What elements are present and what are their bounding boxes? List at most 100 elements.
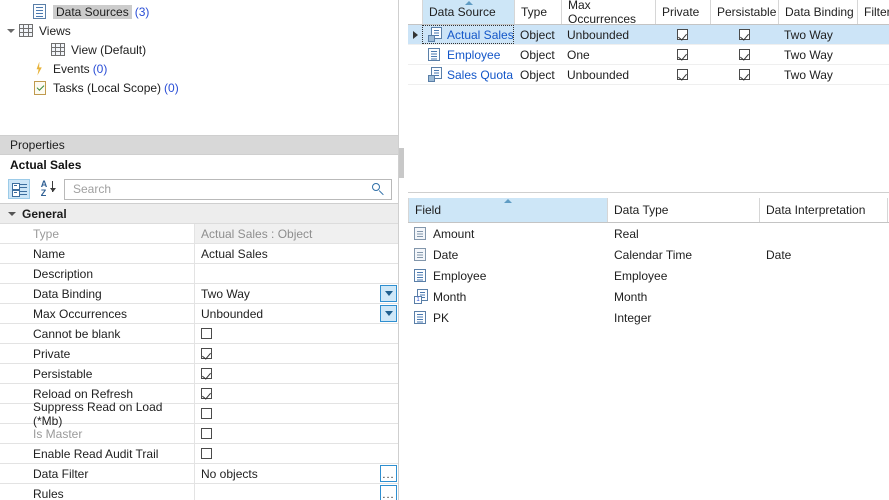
cell-data-type[interactable]: Employee xyxy=(608,265,760,286)
cell-persistable[interactable] xyxy=(710,25,778,44)
checkbox[interactable] xyxy=(201,448,212,459)
cell-data-type[interactable]: Month xyxy=(608,286,760,307)
table-row[interactable]: Date Calendar Time Date xyxy=(408,244,889,265)
checkbox[interactable] xyxy=(201,388,212,399)
cell-field[interactable]: Employee xyxy=(408,265,608,286)
property-row[interactable]: Rules... xyxy=(0,484,398,500)
cell-persistable[interactable] xyxy=(710,45,778,64)
categorized-view-button[interactable] xyxy=(8,179,30,199)
checkbox[interactable] xyxy=(677,49,688,60)
column-header-data-source[interactable]: Data Source xyxy=(423,0,515,24)
property-row[interactable]: Description xyxy=(0,264,398,284)
property-row[interactable]: Suppress Read on Load (*Mb) xyxy=(0,400,398,428)
property-value[interactable] xyxy=(195,424,398,443)
cell-private[interactable] xyxy=(655,25,710,44)
cell-filter[interactable] xyxy=(857,65,889,84)
column-header-data-interpretation[interactable]: Data Interpretation xyxy=(760,198,888,222)
property-row[interactable]: Data Filter No objects... xyxy=(0,464,398,484)
cell-field[interactable]: 1 Month xyxy=(408,286,608,307)
checkbox[interactable] xyxy=(201,348,212,359)
cell-data-type[interactable]: Calendar Time xyxy=(608,244,760,265)
checkbox[interactable] xyxy=(738,29,750,40)
property-value[interactable]: Two Way xyxy=(195,284,398,303)
row-selector[interactable] xyxy=(408,65,422,84)
cell-max-occurrences[interactable]: Unbounded xyxy=(561,65,655,84)
cell-field[interactable]: PK xyxy=(408,307,608,328)
cell-persistable[interactable] xyxy=(710,65,778,84)
cell-type[interactable]: Object xyxy=(514,65,561,84)
column-header-type[interactable]: Type xyxy=(515,0,562,24)
property-row[interactable]: Persistable xyxy=(0,364,398,384)
cell-max-occurrences[interactable]: Unbounded xyxy=(561,25,655,44)
property-value[interactable]: Actual Sales xyxy=(195,244,398,263)
checkbox[interactable] xyxy=(201,328,212,339)
property-row[interactable]: Name Actual Sales xyxy=(0,244,398,264)
cell-data-source[interactable]: Employee xyxy=(422,45,514,64)
property-value[interactable] xyxy=(195,344,398,363)
search-input[interactable] xyxy=(71,181,372,197)
cell-data-interpretation[interactable] xyxy=(760,307,888,328)
cell-data-binding[interactable]: Two Way xyxy=(778,25,857,44)
column-header-data-binding[interactable]: Data Binding xyxy=(779,0,858,24)
column-header-persistable[interactable]: Persistable xyxy=(711,0,779,24)
checkbox[interactable] xyxy=(677,69,688,80)
cell-type[interactable]: Object xyxy=(514,25,561,44)
property-row[interactable]: Type Actual Sales : Object xyxy=(0,224,398,244)
cell-data-type[interactable]: Real xyxy=(608,223,760,244)
ellipsis-button[interactable]: ... xyxy=(380,485,397,500)
project-tree[interactable]: Data Sources (3) Views View (Default) Events… xyxy=(0,0,398,136)
property-value[interactable] xyxy=(195,384,398,403)
cell-max-occurrences[interactable]: One xyxy=(561,45,655,64)
chevron-down-icon[interactable] xyxy=(380,285,397,302)
property-value[interactable]: No objects... xyxy=(195,464,398,483)
cell-type[interactable]: Object xyxy=(514,45,561,64)
tree-item-data-sources[interactable]: Data Sources (3) xyxy=(0,2,398,21)
datasource-grid-body[interactable]: Actual Sales Object Unbounded Two Way Employ… xyxy=(408,25,889,85)
tree-item-views[interactable]: Views xyxy=(0,21,398,40)
splitter-grip[interactable] xyxy=(399,148,404,178)
column-header-field[interactable]: Field xyxy=(408,198,608,222)
checkbox[interactable] xyxy=(738,69,750,80)
property-row[interactable]: Cannot be blank xyxy=(0,324,398,344)
checkbox[interactable] xyxy=(201,408,212,419)
property-row[interactable]: Max Occurrences Unbounded xyxy=(0,304,398,324)
table-row[interactable]: Employee Employee xyxy=(408,265,889,286)
data-source-name[interactable]: Sales Quota xyxy=(447,68,513,82)
property-row[interactable]: Enable Read Audit Trail xyxy=(0,444,398,464)
cell-data-binding[interactable]: Two Way xyxy=(778,45,857,64)
alphabetical-sort-button[interactable]: AZ xyxy=(36,179,58,199)
property-value[interactable] xyxy=(195,264,398,283)
table-row[interactable]: PK Integer xyxy=(408,307,889,328)
property-value[interactable]: Unbounded xyxy=(195,304,398,323)
panel-splitter[interactable] xyxy=(399,0,408,500)
tree-item-events[interactable]: Events (0) xyxy=(0,59,398,78)
property-row[interactable]: Private xyxy=(0,344,398,364)
properties-category-header[interactable]: General xyxy=(0,204,398,224)
cell-data-interpretation[interactable]: Date xyxy=(760,244,888,265)
property-value[interactable] xyxy=(195,404,398,423)
data-source-name[interactable]: Actual Sales xyxy=(447,28,514,42)
cell-field[interactable]: Date xyxy=(408,244,608,265)
column-header-private[interactable]: Private xyxy=(656,0,711,24)
cell-data-binding[interactable]: Two Way xyxy=(778,65,857,84)
cell-private[interactable] xyxy=(655,65,710,84)
property-row[interactable]: Is Master xyxy=(0,424,398,444)
cell-data-interpretation[interactable] xyxy=(760,223,888,244)
row-selector[interactable] xyxy=(408,45,422,64)
tree-item-view-default[interactable]: View (Default) xyxy=(0,40,398,59)
cell-filter[interactable] xyxy=(857,25,889,44)
field-grid-body[interactable]: Amount Real Date Calendar Time Date Employee E… xyxy=(408,223,889,328)
ellipsis-button[interactable]: ... xyxy=(380,465,397,482)
column-header-data-type[interactable]: Data Type xyxy=(608,198,760,222)
property-value[interactable] xyxy=(195,444,398,463)
table-row[interactable]: Sales Quota Object Unbounded Two Way xyxy=(408,65,889,85)
property-row[interactable]: Data Binding Two Way xyxy=(0,284,398,304)
property-value[interactable] xyxy=(195,324,398,343)
checkbox[interactable] xyxy=(677,29,688,40)
table-row[interactable]: 1 Month Month xyxy=(408,286,889,307)
cell-data-type[interactable]: Integer xyxy=(608,307,760,328)
table-row[interactable]: Actual Sales Object Unbounded Two Way xyxy=(408,25,889,45)
tree-twisty-icon[interactable] xyxy=(4,21,18,40)
row-selector[interactable] xyxy=(408,25,422,44)
tree-item-tasks-local-scope[interactable]: Tasks (Local Scope) (0) xyxy=(0,78,398,97)
